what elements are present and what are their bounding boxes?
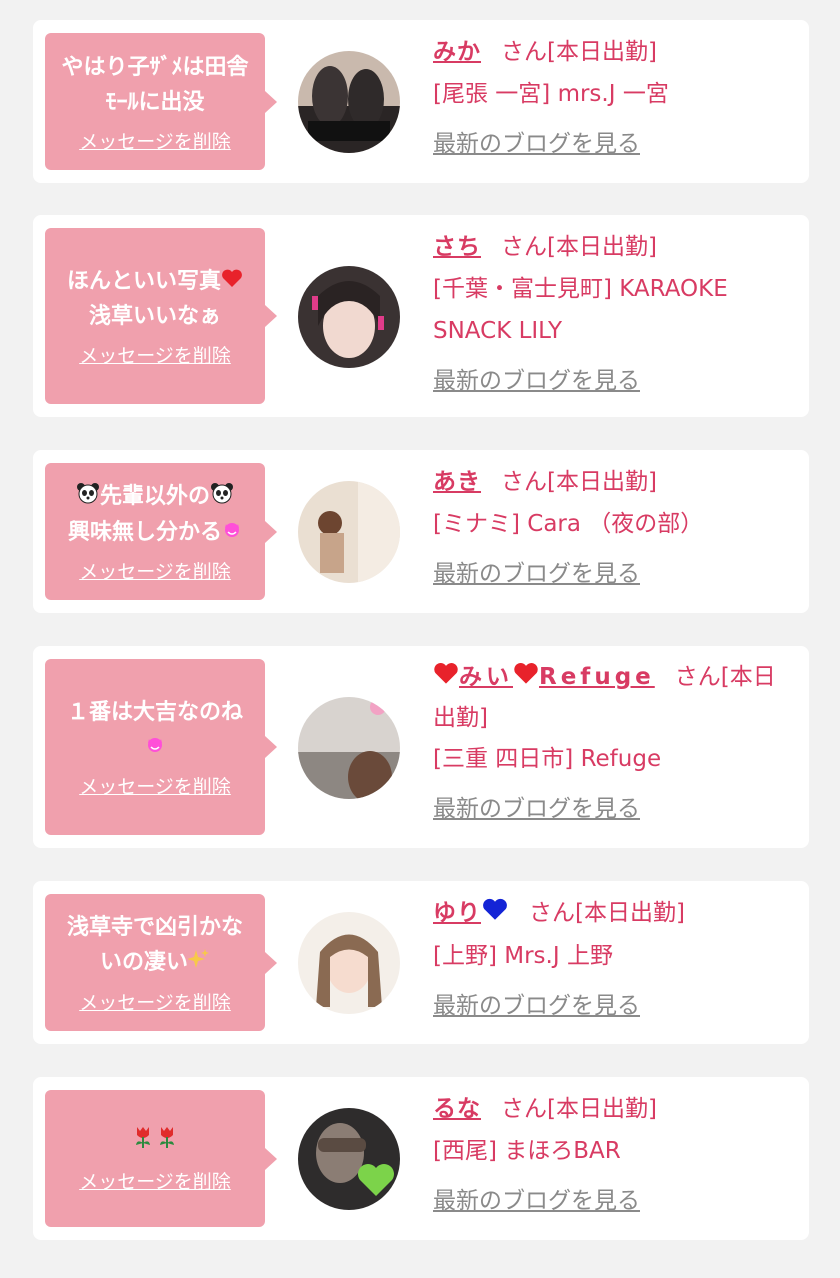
profile-info: みか さん[本日出勤] [尾張 一宮] mrs.J 一宮 最新のブログを見る <box>433 31 789 159</box>
profile-info: ゆり さん[本日出勤] [上野] Mrs.J 上野 最新のブログを見る <box>433 892 789 1021</box>
message-bubble: メッセージを削除 <box>45 1090 277 1227</box>
delete-message-link[interactable]: メッセージを削除 <box>79 560 231 584</box>
profile-name-link[interactable]: さち <box>433 234 481 260</box>
message-bubble: 浅草寺で凶引かないの凄い メッセージを削除 <box>45 894 277 1031</box>
profile-name-link[interactable]: るな <box>433 1096 481 1122</box>
profile-name-link[interactable]: ゆり <box>433 898 509 926</box>
shop-text: [千葉・富士見町] KARAOKE SNACK LILY <box>433 276 728 344</box>
profile-name-link[interactable]: みい Refuge <box>433 662 655 690</box>
avatar[interactable] <box>298 481 400 583</box>
profile-info: るな さん[本日出勤] [西尾] まほろBAR 最新のブログを見る <box>433 1088 789 1216</box>
profile-info: みい Refuge さん[本日出勤] [三重 四日市] Refuge 最新のブログを… <box>433 657 789 824</box>
shop-text: [ミナミ] Cara （夜の部） <box>433 511 704 537</box>
profile-info: あき さん[本日出勤] [ミナミ] Cara （夜の部） 最新のブログを見る <box>433 461 789 589</box>
avatar[interactable] <box>298 266 400 368</box>
list-item: ほんといい写真 浅草いいなぁ メッセージを削除 さち さん[本日出勤] [千葉・富… <box>33 215 809 417</box>
blog-link[interactable]: 最新のブログを見る <box>433 1186 640 1216</box>
delete-message-link[interactable]: メッセージを削除 <box>79 344 231 368</box>
message-text: ほんといい写真 <box>66 268 221 294</box>
status-text: さん[本日出勤] <box>501 234 657 260</box>
message-bubble: やはり子ｻﾞﾒは田舎ﾓｰﾙに出没 メッセージを削除 <box>45 33 277 170</box>
blog-link[interactable]: 最新のブログを見る <box>433 559 640 589</box>
shop-text: [三重 四日市] Refuge <box>433 745 662 772</box>
message-text-line2: 興味無し分かる <box>67 519 222 545</box>
profile-info: さち さん[本日出勤] [千葉・富士見町] KARAOKE SNACK LILY … <box>433 226 789 396</box>
red-heart-icon <box>433 658 459 698</box>
smiling-devil-icon <box>145 730 165 765</box>
delete-message-link[interactable]: メッセージを削除 <box>79 1170 231 1194</box>
status-text: さん[本日出勤] <box>501 1096 657 1122</box>
message-text: やはり子ｻﾞﾒは田舎ﾓｰﾙに出没 <box>61 54 249 115</box>
profile-name-link[interactable]: みか <box>433 39 481 65</box>
list-item: 先輩以外の 興味無し分かる メッセージを削除 あき さん[本日出勤] [ミナミ] … <box>33 450 809 613</box>
shop-text: [尾張 一宮] mrs.J 一宮 <box>433 81 669 107</box>
smiling-devil-icon <box>222 515 242 550</box>
message-text: 先輩以外の <box>99 484 210 509</box>
message-text <box>131 1123 179 1160</box>
status-text: さん[本日出勤] <box>501 39 657 65</box>
avatar[interactable] <box>298 51 400 153</box>
panda-icon <box>210 480 234 515</box>
delete-message-link[interactable]: メッセージを削除 <box>79 775 231 799</box>
red-heart-icon <box>221 264 243 299</box>
list-item: 浅草寺で凶引かないの凄い メッセージを削除 ゆり さん[本日出勤] [上野] Mr… <box>33 881 809 1044</box>
message-text: 浅草寺で凶引かないの凄い <box>66 915 243 976</box>
message-bubble: １番は大吉なのね メッセージを削除 <box>45 659 277 835</box>
blue-heart-icon <box>481 893 509 935</box>
shop-text: [上野] Mrs.J 上野 <box>433 942 613 969</box>
status-text: さん[本日出勤] <box>501 469 657 495</box>
message-bubble: ほんといい写真 浅草いいなぁ メッセージを削除 <box>45 228 277 404</box>
blog-link[interactable]: 最新のブログを見る <box>433 991 640 1021</box>
panda-icon <box>76 480 100 515</box>
profile-name-link[interactable]: あき <box>433 469 481 495</box>
delete-message-link[interactable]: メッセージを削除 <box>79 991 231 1015</box>
tulip-icon <box>155 1123 179 1160</box>
shop-text: [西尾] まほろBAR <box>433 1138 621 1164</box>
message-text: １番は大吉なのね <box>66 699 243 725</box>
avatar[interactable] <box>298 912 400 1014</box>
list-item: やはり子ｻﾞﾒは田舎ﾓｰﾙに出没 メッセージを削除 みか さん[本日出勤] [尾張… <box>33 20 809 183</box>
red-heart-icon <box>513 658 539 698</box>
blog-link[interactable]: 最新のブログを見る <box>433 366 640 396</box>
avatar[interactable] <box>298 1108 400 1210</box>
message-list: やはり子ｻﾞﾒは田舎ﾓｰﾙに出没 メッセージを削除 みか さん[本日出勤] [尾張… <box>0 0 840 1278</box>
list-item: １番は大吉なのね メッセージを削除 みい Refuge さん[本日出勤] [三重 四… <box>33 646 809 848</box>
delete-message-link[interactable]: メッセージを削除 <box>79 130 231 154</box>
avatar[interactable] <box>298 697 400 799</box>
tulip-icon <box>131 1123 155 1160</box>
status-text: さん[本日出勤] <box>529 900 685 926</box>
blog-link[interactable]: 最新のブログを見る <box>433 129 640 159</box>
blog-link[interactable]: 最新のブログを見る <box>433 794 640 824</box>
message-bubble: 先輩以外の 興味無し分かる メッセージを削除 <box>45 463 277 600</box>
message-text-line2: 浅草いいなぁ <box>88 304 221 330</box>
list-item: メッセージを削除 るな さん[本日出勤] [西尾] まほろBAR 最新のブログを見… <box>33 1077 809 1240</box>
sparkles-icon <box>187 946 210 981</box>
